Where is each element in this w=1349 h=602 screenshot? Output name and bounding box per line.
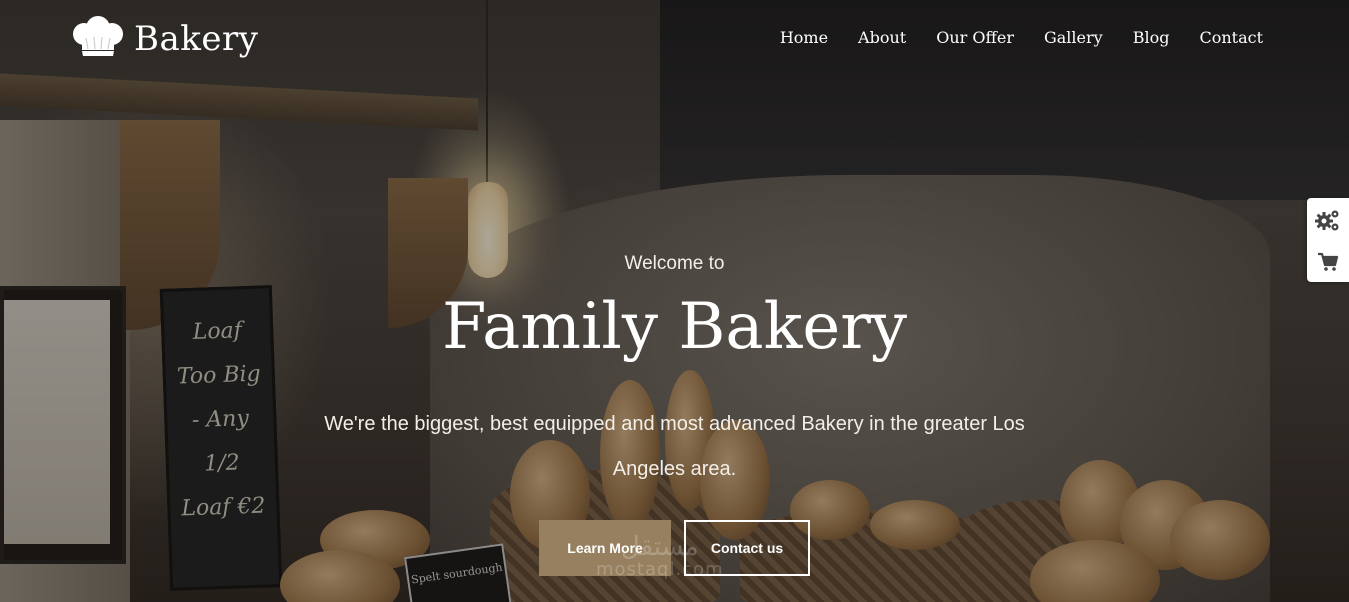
watermark-latin: mostaql.com bbox=[596, 559, 724, 580]
main-nav: Home About Our Offer Gallery Blog Contac… bbox=[780, 28, 1263, 47]
nav-home[interactable]: Home bbox=[780, 28, 828, 47]
gears-icon[interactable] bbox=[1315, 208, 1341, 232]
brand-name: Bakery bbox=[134, 19, 259, 59]
cart-icon[interactable] bbox=[1317, 252, 1339, 272]
hero-tagline: We're the biggest, best equipped and mos… bbox=[324, 412, 1025, 480]
chef-hat-icon bbox=[73, 16, 123, 56]
nav-gallery[interactable]: Gallery bbox=[1044, 28, 1103, 47]
hero-content: Welcome to Family Bakery We're the bigge… bbox=[0, 253, 1349, 492]
nav-contact[interactable]: Contact bbox=[1199, 28, 1263, 47]
hero-title: Family Bakery bbox=[442, 290, 907, 364]
nav-our-offer[interactable]: Our Offer bbox=[936, 28, 1014, 47]
side-widget bbox=[1307, 198, 1349, 282]
brand-logo[interactable]: Bakery bbox=[70, 16, 258, 62]
hero-section: Loaf Too Big - Any 1/2 Loaf €2 Spelt sou… bbox=[0, 0, 1349, 602]
watermark: مستقل mostaql.com bbox=[596, 532, 724, 580]
watermark-arabic: مستقل bbox=[620, 532, 699, 562]
hero-welcome: Welcome to bbox=[624, 253, 725, 274]
nav-blog[interactable]: Blog bbox=[1133, 28, 1170, 47]
nav-about[interactable]: About bbox=[858, 28, 906, 47]
